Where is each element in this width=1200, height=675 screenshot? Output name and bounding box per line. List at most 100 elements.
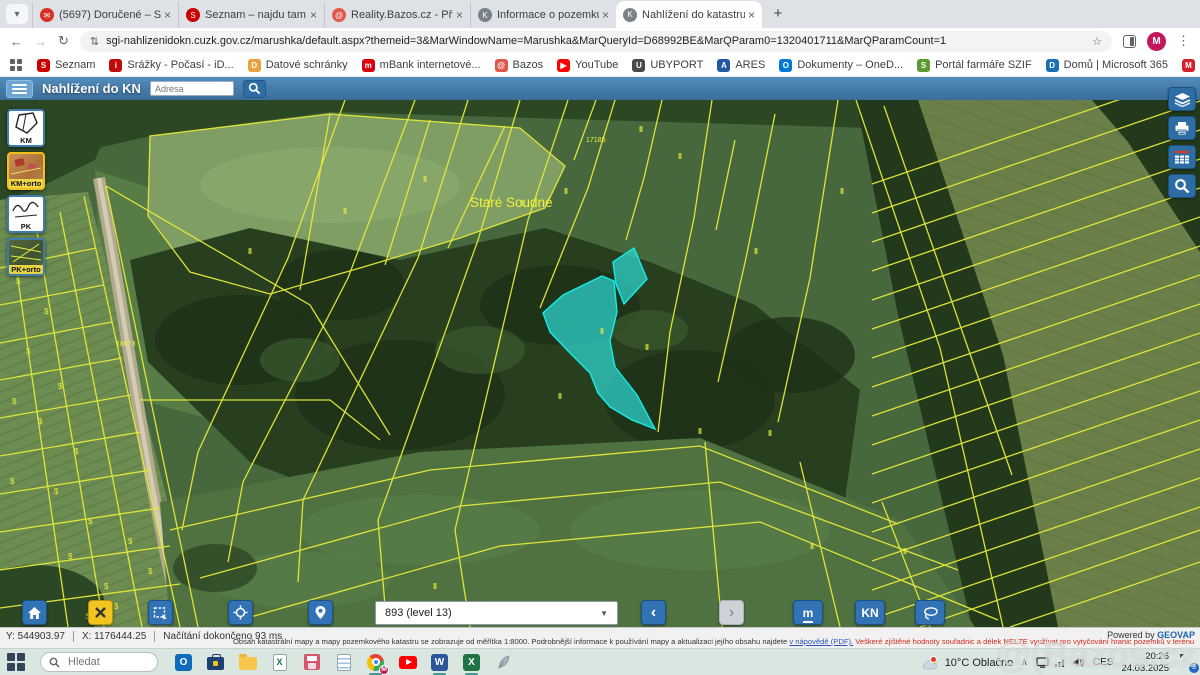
print-button[interactable] (1168, 116, 1196, 140)
keyboard-layout[interactable]: CES (1093, 657, 1114, 668)
side-panel-icon[interactable] (1123, 35, 1136, 48)
bookmark-label: Portál farmáře SZIF (935, 59, 1032, 71)
bookmark-onedrive[interactable]: ODokumenty – OneD... (772, 59, 910, 72)
back-icon[interactable]: ← (10, 34, 23, 49)
bookmark-szif[interactable]: SPortál farmáře SZIF (910, 59, 1039, 72)
screen: ▾ ✉ (5697) Doručené – Seznam Ema × S Sez… (0, 0, 1200, 675)
svg-text:$: $ (16, 277, 21, 286)
weather-widget[interactable]: 10°C Oblačno (922, 656, 1014, 670)
bookmark-bazos[interactable]: @Bazos (488, 59, 551, 72)
measure-icon: m (803, 606, 814, 620)
tab-seznam[interactable]: S Seznam – najdu tam, co nezná × (178, 2, 324, 28)
apps-grid-icon[interactable] (10, 59, 22, 71)
bookmark-ubyport[interactable]: UUBYPORT (625, 59, 710, 72)
profile-avatar[interactable]: M (1147, 32, 1166, 51)
tab-title: Seznam – najdu tam, co nezná (205, 9, 307, 21)
bookmark-label: Srážky - Počasí - iD... (127, 59, 233, 71)
layers-icon (1174, 92, 1191, 107)
url-text[interactable]: sgi-nahlizenidokn.cuzk.gov.cz/marushka/d… (106, 35, 1085, 47)
document-app-icon[interactable] (334, 653, 353, 672)
close-icon[interactable]: × (456, 8, 463, 22)
briefcase-app-icon[interactable] (206, 653, 225, 672)
clear-selection-button[interactable] (88, 600, 113, 625)
home-button[interactable] (22, 600, 47, 625)
point-select-button[interactable] (308, 600, 333, 625)
history-forward-button[interactable]: › (719, 600, 744, 625)
bookmark-moneta[interactable]: MMONETA (1175, 59, 1200, 72)
powered-by: Powered by GEOVAP (1107, 630, 1195, 640)
bookmark-label: UBYPORT (650, 59, 703, 71)
youtube-icon[interactable] (398, 653, 417, 672)
aerial-map[interactable]: Staré Soudné 17185 18673 ‖‖ ‖‖ ‖‖ ‖‖ ‖‖ … (0, 100, 1200, 627)
bookmark-srazky[interactable]: iSrážky - Počasí - iD... (102, 59, 240, 72)
layer-button-km[interactable]: KM (7, 109, 45, 147)
zoom-level-select[interactable]: 893 (level 13) ▼ (375, 601, 618, 625)
svg-text:‖: ‖ (433, 582, 437, 591)
bookmark-ares[interactable]: AARES (710, 59, 772, 72)
layer-button-pk-orto[interactable]: PK+orto (7, 238, 45, 276)
favicon: m (362, 59, 375, 72)
lasso-select-button[interactable] (915, 600, 945, 625)
km-parcel-icon (9, 111, 43, 137)
start-button[interactable] (6, 652, 26, 672)
layer-button-km-orto[interactable]: KM+orto (7, 152, 45, 190)
menu-kebab-icon[interactable]: ⋮ (1177, 33, 1190, 49)
history-back-button[interactable]: ‹ (641, 600, 666, 625)
taskbar-clock[interactable]: 20:26 24.03.2025 (1121, 651, 1169, 674)
bookmark-m365[interactable]: DDomů | Microsoft 365 (1039, 59, 1175, 72)
reload-icon[interactable]: ↻ (58, 33, 69, 49)
bookmark-youtube[interactable]: ▶YouTube (550, 59, 625, 72)
map-viewport[interactable]: Staré Soudné 17185 18673 ‖‖ ‖‖ ‖‖ ‖‖ ‖‖ … (0, 100, 1200, 627)
close-icon[interactable]: × (748, 8, 755, 22)
tab-search-chevron-icon[interactable]: ▾ (6, 4, 28, 24)
favicon: A (717, 59, 730, 72)
outlook-app-icon[interactable]: O (174, 653, 193, 672)
tab-nahlizeni-active[interactable]: K Nahlížení do katastru nemovit × (616, 1, 762, 28)
close-icon[interactable]: × (602, 8, 609, 22)
map-search-button[interactable] (1168, 174, 1196, 198)
legend-scale-button[interactable] (1168, 145, 1196, 169)
taskbar-search[interactable] (40, 652, 158, 672)
search-button[interactable] (243, 80, 266, 98)
tab-seznam-email[interactable]: ✉ (5697) Doručené – Seznam Ema × (32, 2, 178, 28)
bookmark-seznam[interactable]: SSeznam (30, 59, 102, 72)
url-field[interactable]: ⇅ sgi-nahlizenidokn.cuzk.gov.cz/marushka… (80, 31, 1112, 52)
center-locate-button[interactable] (228, 600, 253, 625)
quill-notes-icon[interactable] (494, 653, 513, 672)
word-icon[interactable]: W (430, 653, 449, 672)
forward-icon[interactable]: → (34, 34, 47, 49)
home-icon (27, 606, 42, 620)
excel-icon[interactable]: X (462, 653, 481, 672)
date-text: 24.03.2025 (1121, 663, 1169, 674)
device-icon[interactable] (1036, 657, 1049, 668)
tab-info-pozemek[interactable]: K Informace o pozemku | Nahlíž × (470, 2, 616, 28)
chevron-right-icon: › (729, 605, 734, 621)
speaker-icon[interactable] (1072, 657, 1085, 668)
kn-info-button[interactable]: KN (855, 600, 885, 625)
notifications-button[interactable]: 3 (1177, 655, 1195, 671)
close-icon[interactable]: × (310, 8, 317, 22)
network-icon[interactable] (1054, 657, 1067, 668)
layers-button[interactable] (1168, 87, 1196, 111)
system-tray: 10°C Oblačno ∧ CES 20:26 24.03.2025 3 (922, 649, 1195, 675)
file-explorer-icon[interactable] (238, 653, 257, 672)
bookmark-mbank[interactable]: mmBank internetové... (355, 59, 488, 72)
map-pin-icon (314, 605, 327, 620)
chrome-icon[interactable]: M (366, 653, 385, 672)
chevron-down-icon: ▼ (600, 609, 608, 618)
hamburger-menu-icon[interactable] (6, 80, 33, 98)
tray-chevron-icon[interactable]: ∧ (1021, 657, 1028, 668)
address-search-input[interactable] (150, 81, 234, 96)
measure-button[interactable]: m (793, 600, 823, 625)
new-tab-button[interactable]: + (766, 1, 790, 25)
layer-button-pk[interactable]: PK (7, 195, 45, 233)
bookmark-star-icon[interactable]: ☆ (1092, 35, 1102, 48)
tab-bazos[interactable]: @ Reality.Bazos.cz - Přidat inzerá × (324, 2, 470, 28)
site-info-icon[interactable]: ⇅ (90, 35, 99, 48)
help-pdf-link[interactable]: v nápovědě (PDF). (789, 637, 853, 646)
zoom-rectangle-button[interactable] (148, 600, 173, 625)
bookmark-datove-schranky[interactable]: DDatové schránky (241, 59, 355, 72)
spreadsheet-viewer-icon[interactable]: X (270, 653, 289, 672)
close-icon[interactable]: × (164, 8, 171, 22)
taskbar-search-input[interactable] (66, 655, 140, 669)
